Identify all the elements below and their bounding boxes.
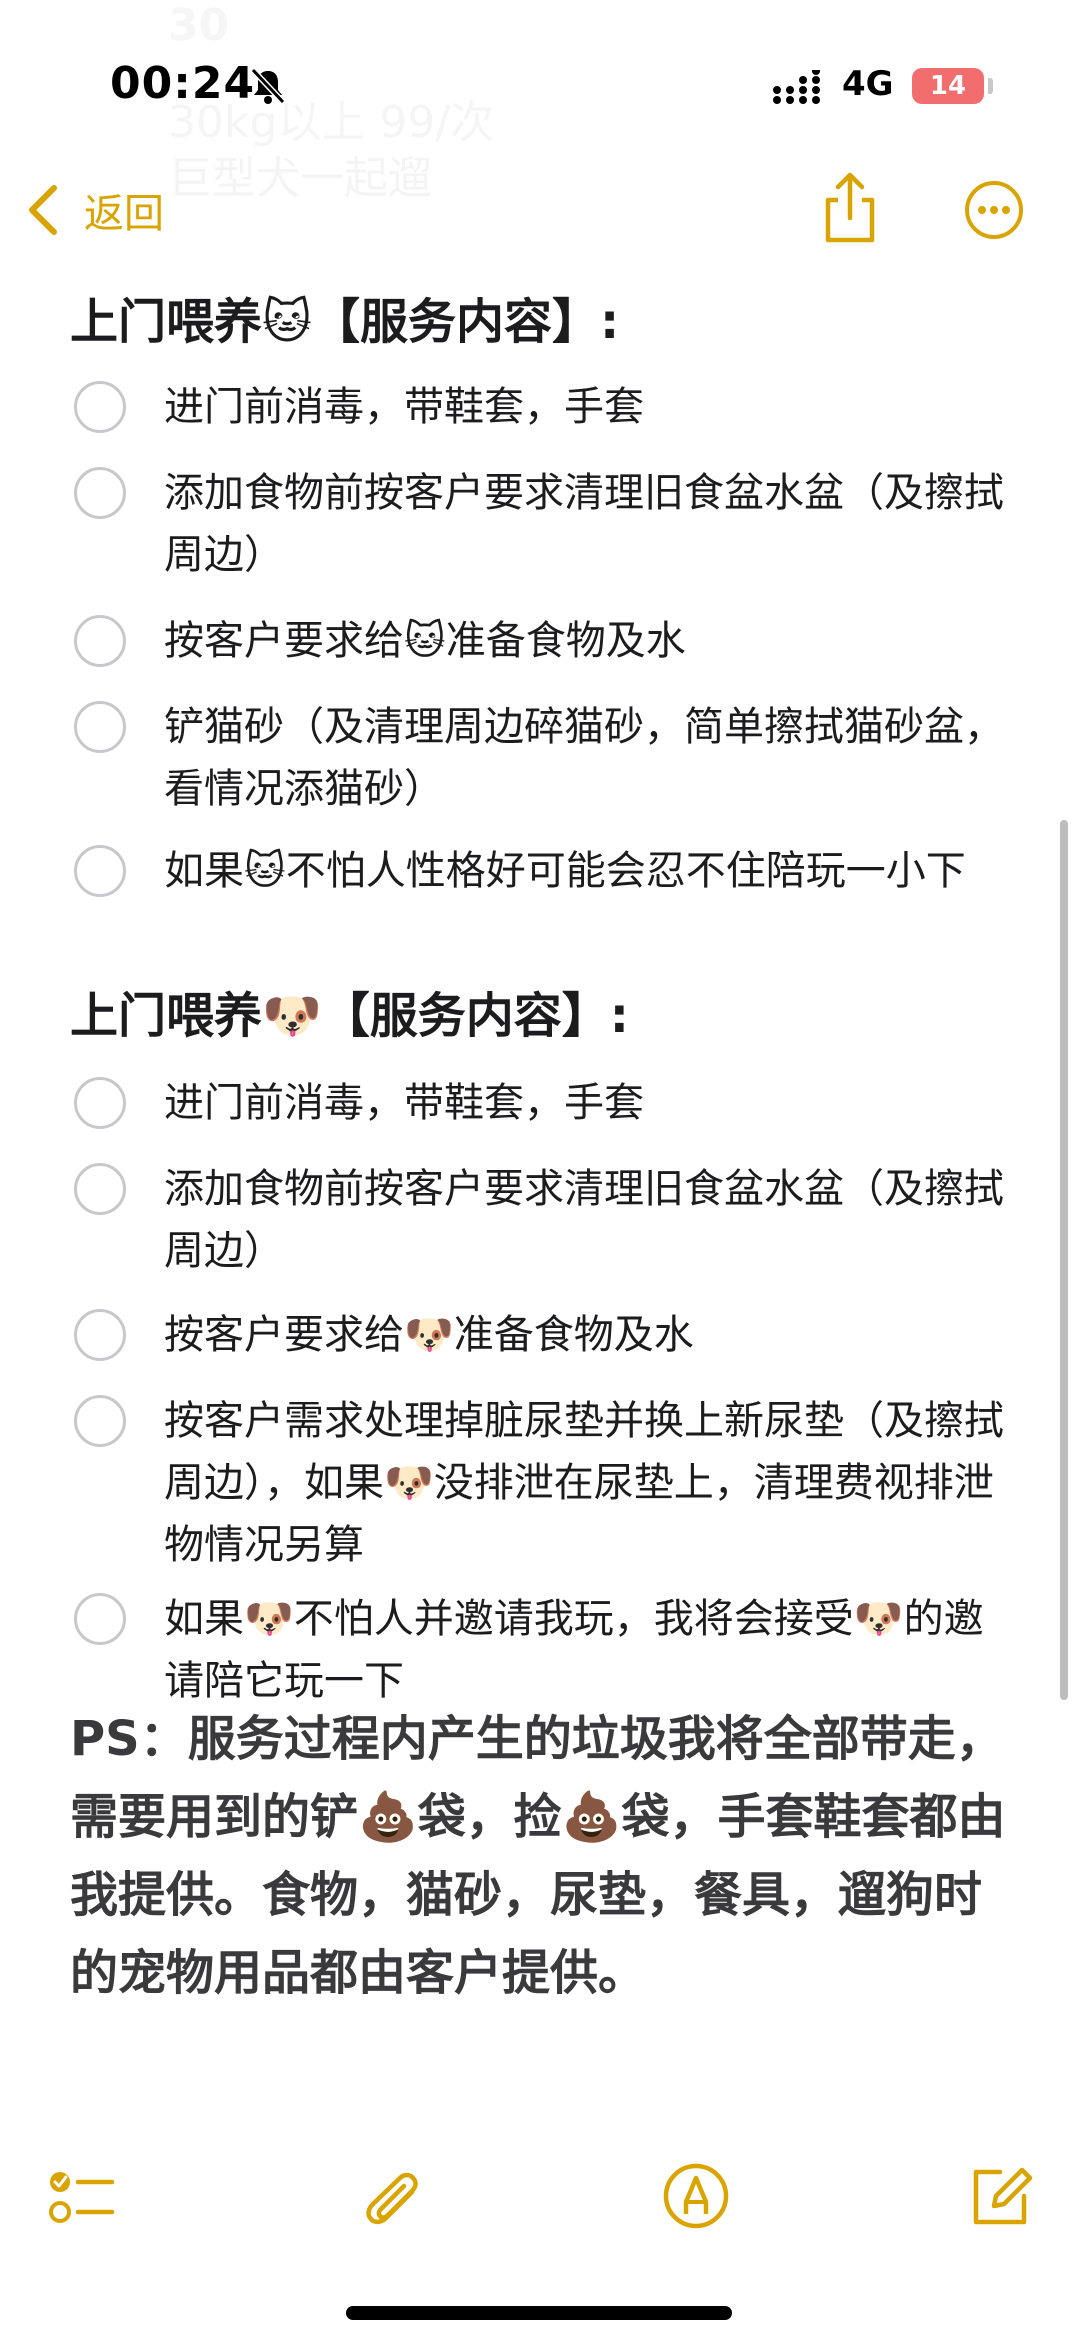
checklist-item-text[interactable]: 铲猫砂（及清理周边碎猫砂，简单擦拭猫砂盆，看情况添猫砂） [164, 696, 1014, 820]
checkbox[interactable] [74, 1593, 126, 1645]
checkbox[interactable] [74, 1309, 126, 1361]
checkbox[interactable] [74, 1395, 126, 1447]
back-label: 返回 [84, 191, 164, 237]
more-options-icon[interactable] [964, 180, 1024, 240]
checkbox[interactable] [74, 467, 126, 519]
checkbox[interactable] [74, 381, 126, 433]
back-button[interactable]: 返回 [22, 180, 164, 240]
checklist-item-text[interactable]: 进门前消毒，带鞋套，手套 [164, 376, 1014, 438]
checklist-item-text[interactable]: 按客户需求处理掉脏尿垫并换上新尿垫（及擦拭周边），如果🐶没排泄在尿垫上，清理费视… [164, 1390, 1014, 1576]
status-bar: 00:24 4G 14 [0, 0, 1080, 120]
share-icon[interactable] [820, 170, 880, 246]
checklist-item-text[interactable]: 进门前消毒，带鞋套，手套 [164, 1072, 1014, 1134]
checklist-item-text[interactable]: 如果🐶不怕人并邀请我玩，我将会接受🐶的邀请陪它玩一下 [164, 1588, 1014, 1712]
checkbox[interactable] [74, 845, 126, 897]
battery-tip [988, 78, 993, 94]
status-time: 00:24 [110, 58, 256, 109]
notes-screen: 30 30kg以上 99/次 巨型犬一起遛 00:24 4G 14 返回 上门喂… [0, 0, 1080, 2348]
checklist-icon[interactable] [46, 2160, 118, 2232]
home-indicator[interactable] [346, 2306, 732, 2320]
ps-note[interactable]: PS：服务过程内产生的垃圾我将全部带走，需要用到的铲💩袋，捡💩袋，手套鞋套都由我… [70, 1700, 1010, 2012]
cellular-signal-icon [773, 70, 820, 104]
ghost-line-3: 巨型犬一起遛 [168, 153, 432, 204]
cat-section-title: 上门喂养🐱【服务内容】: [70, 294, 620, 350]
checklist-item-text[interactable]: 添加食物前按客户要求清理旧食盆水盆（及擦拭周边） [164, 462, 1014, 586]
checklist-item-text[interactable]: 按客户要求给🐱准备食物及水 [164, 610, 1014, 672]
checklist-item-text[interactable]: 按客户要求给🐶准备食物及水 [164, 1304, 1014, 1366]
scroll-indicator[interactable] [1060, 820, 1068, 1700]
checklist-item-text[interactable]: 添加食物前按客户要求清理旧食盆水盆（及擦拭周边） [164, 1158, 1014, 1282]
compose-icon[interactable] [964, 2160, 1036, 2232]
checklist-item-text[interactable]: 如果🐱不怕人性格好可能会忍不住陪玩一小下 [164, 840, 1014, 902]
checkbox[interactable] [74, 615, 126, 667]
battery-indicator: 14 [912, 68, 984, 104]
checkbox[interactable] [74, 1077, 126, 1129]
silent-bell-icon [250, 67, 286, 105]
attachment-icon[interactable] [354, 2160, 426, 2232]
checkbox[interactable] [74, 701, 126, 753]
checkbox[interactable] [74, 1163, 126, 1215]
chevron-left-icon [29, 185, 57, 235]
dog-section-title: 上门喂养🐶【服务内容】: [70, 988, 629, 1044]
network-type: 4G [842, 64, 894, 104]
markup-icon[interactable] [660, 2160, 732, 2232]
